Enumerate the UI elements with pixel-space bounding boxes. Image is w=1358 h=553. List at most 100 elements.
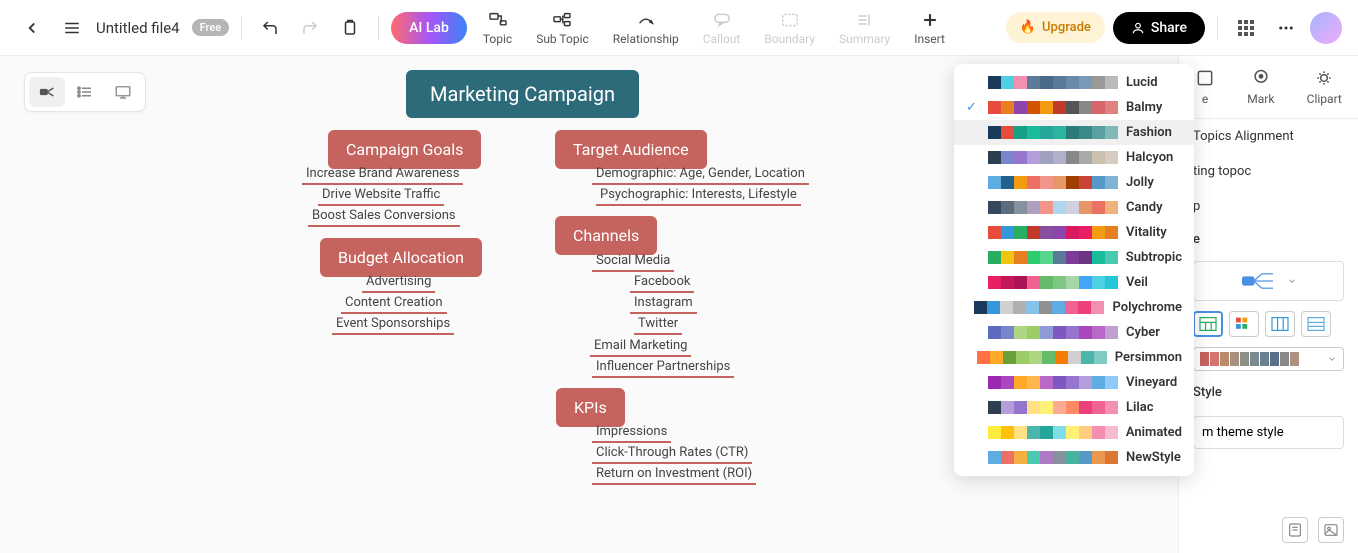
branch-target-audience[interactable]: Target Audience [555, 130, 707, 169]
note-button[interactable] [1282, 517, 1308, 543]
palette-popup: Lucid ✓BalmyFashionHalcyon Jolly Candy Vital… [954, 64, 1194, 476]
leaf[interactable]: Boost Sales Conversions [308, 208, 460, 227]
divider [241, 16, 242, 40]
leaf[interactable]: Facebook [630, 274, 694, 293]
palette-animated[interactable]: Animated [954, 420, 1194, 445]
leaf[interactable]: Twitter [634, 316, 682, 335]
callout-tool: Callout [695, 10, 749, 46]
palette-lilac[interactable]: Lilac [954, 395, 1194, 420]
back-button[interactable] [16, 12, 48, 44]
style-label: Style [1179, 377, 1358, 408]
user-icon [1131, 21, 1145, 35]
view-toggle [24, 72, 146, 112]
branch-kpis[interactable]: KPIs [556, 388, 625, 427]
grid-icon [1238, 20, 1254, 36]
leaf[interactable]: Increase Brand Awareness [302, 166, 463, 185]
layout-opt-2[interactable] [1229, 311, 1259, 337]
palette-halcyon[interactable]: Halcyon [954, 145, 1194, 170]
leaf[interactable]: Click-Through Rates (CTR) [592, 445, 752, 464]
layout-opt-3[interactable] [1265, 311, 1295, 337]
leaf[interactable]: Demographic: Age, Gender, Location [592, 166, 809, 185]
relationship-tool[interactable]: Relationship [605, 10, 687, 46]
leaf[interactable]: Email Marketing [590, 338, 691, 357]
summary-tool: Summary [831, 10, 898, 46]
leaf[interactable]: Influencer Partnerships [592, 359, 734, 378]
ting-topoc[interactable]: ting topoc [1179, 154, 1358, 189]
root-node[interactable]: Marketing Campaign [406, 70, 639, 118]
upgrade-button[interactable]: 🔥Upgrade [1006, 12, 1105, 43]
palette-polychrome[interactable]: Polychrome [954, 295, 1194, 320]
divider [1217, 16, 1218, 40]
redo-button[interactable] [294, 12, 326, 44]
palette-lucid[interactable]: Lucid [954, 70, 1194, 95]
palette-name: Candy [1126, 200, 1163, 215]
palette-subtropic[interactable]: Subtropic [954, 245, 1194, 270]
clipboard-button[interactable] [334, 12, 366, 44]
palette-swatches [974, 301, 1104, 314]
avatar[interactable] [1310, 12, 1342, 44]
leaf[interactable]: Instagram [630, 295, 697, 314]
palette-swatches [988, 201, 1118, 214]
palette-persimmon[interactable]: Persimmon [954, 345, 1194, 370]
layout-opt-4[interactable] [1301, 311, 1331, 337]
share-button[interactable]: Share [1113, 12, 1205, 44]
topics-alignment[interactable]: Topics Alignment [1179, 119, 1358, 154]
leaf[interactable]: Social Media [592, 253, 674, 272]
layout-opt-1[interactable] [1193, 311, 1223, 337]
custom-theme-button[interactable]: m theme style [1193, 416, 1344, 449]
insert-tool[interactable]: Insert [906, 10, 953, 46]
palette-swatches [988, 251, 1118, 264]
palette-swatches [988, 276, 1118, 289]
color-strip[interactable] [1193, 347, 1344, 371]
leaf[interactable]: Advertising [362, 274, 435, 293]
palette-name: Balmy [1126, 100, 1162, 115]
palette-name: Lucid [1126, 75, 1158, 90]
apps-button[interactable] [1230, 12, 1262, 44]
palette-newstyle[interactable]: NewStyle [954, 445, 1194, 470]
divider [378, 16, 379, 40]
leaf[interactable]: Content Creation [341, 295, 447, 314]
palette-vineyard[interactable]: Vineyard [954, 370, 1194, 395]
branch-campaign-goals[interactable]: Campaign Goals [328, 130, 481, 169]
palette-name: Lilac [1126, 400, 1154, 415]
more-button[interactable] [1270, 12, 1302, 44]
palette-vitality[interactable]: Vitality [954, 220, 1194, 245]
palette-fashion[interactable]: Fashion [954, 120, 1194, 145]
filename[interactable]: Untitled file4 [96, 19, 180, 37]
leaf[interactable]: Drive Website Traffic [318, 187, 444, 206]
chevron-down-icon [1327, 354, 1337, 364]
branch-budget[interactable]: Budget Allocation [320, 238, 482, 277]
leaf[interactable]: Return on Investment (ROI) [592, 466, 756, 485]
image-button[interactable] [1318, 517, 1344, 543]
subtopic-tool[interactable]: Sub Topic [528, 10, 597, 46]
topic-tool[interactable]: Topic [475, 10, 520, 46]
palette-name: Animated [1126, 425, 1182, 440]
branch-channels[interactable]: Channels [555, 216, 657, 255]
menu-button[interactable] [56, 12, 88, 44]
palette-cyber[interactable]: Cyber [954, 320, 1194, 345]
leaf[interactable]: Event Sponsorships [332, 316, 454, 335]
palette-swatches [988, 151, 1118, 164]
tab-label: e [1202, 92, 1208, 106]
chevron-down-icon [1287, 276, 1297, 286]
clipart-tab[interactable]: Clipart [1307, 68, 1342, 106]
slideshow-view-button[interactable] [105, 77, 141, 107]
palette-veil[interactable]: Veil [954, 270, 1194, 295]
unknown-tab[interactable]: e [1195, 68, 1215, 106]
p-item[interactable]: p [1179, 189, 1358, 224]
ai-lab-button[interactable]: AI Lab [391, 12, 467, 44]
palette-swatches [988, 326, 1118, 339]
right-panel: e Mark Clipart Topics Alignment ting top… [1178, 56, 1358, 553]
palette-name: Jolly [1126, 175, 1154, 190]
leaf[interactable]: Psychographic: Interests, Lifestyle [596, 187, 801, 206]
mindmap-view-button[interactable] [29, 77, 65, 107]
palette-candy[interactable]: Candy [954, 195, 1194, 220]
palette-balmy[interactable]: ✓Balmy [954, 95, 1194, 120]
mark-tab[interactable]: Mark [1247, 68, 1274, 106]
palette-jolly[interactable]: Jolly [954, 170, 1194, 195]
undo-button[interactable] [254, 12, 286, 44]
outline-view-button[interactable] [67, 77, 103, 107]
leaf[interactable]: Impressions [592, 424, 671, 443]
structure-preview[interactable] [1193, 261, 1344, 301]
palette-swatches [988, 176, 1118, 189]
